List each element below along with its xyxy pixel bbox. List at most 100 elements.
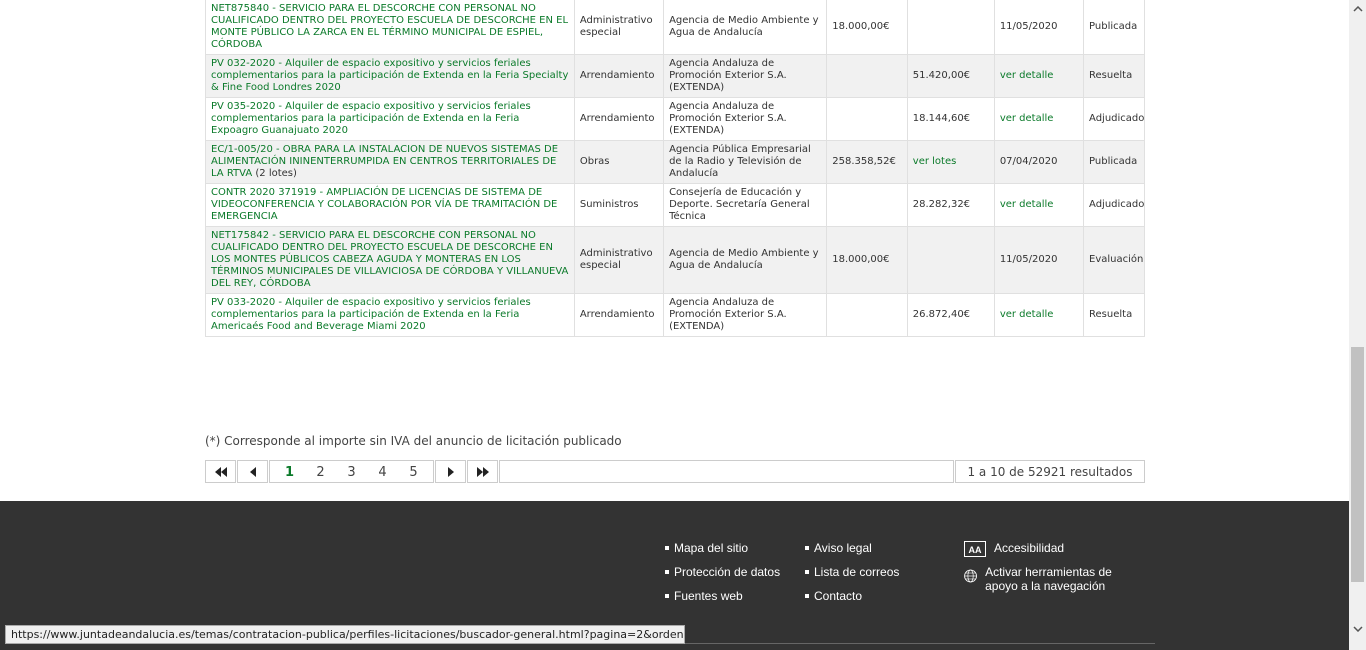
last-page-button[interactable] (467, 460, 498, 483)
page-link-2[interactable]: 2 (305, 461, 336, 484)
pagination-spacer (499, 460, 954, 483)
cell-awarded: 18.144,60€ (906, 97, 995, 141)
cell-awarded: 51.420,00€ (906, 54, 995, 98)
scroll-down-icon[interactable] (1349, 620, 1366, 637)
cell-awarded (906, 226, 995, 294)
cell-title: PV 033-2020 - Alquiler de espacio exposi… (205, 293, 575, 337)
page-numbers: 12345 (269, 460, 434, 483)
cell-title: PV 035-2020 - Alquiler de espacio exposi… (205, 97, 575, 141)
footer-link-mailing-list[interactable]: Lista de correos (805, 560, 899, 584)
cell-amount (826, 97, 908, 141)
results-table: NET875840 - SERVICIO PARA EL DESCORCHE C… (205, 0, 1145, 337)
table-row: PV 033-2020 - Alquiler de espacio exposi… (205, 293, 1145, 337)
cell-status: Publicada (1083, 0, 1145, 55)
cell-date: ver detalle (993, 183, 1085, 227)
lots-count: (2 lotes) (255, 168, 297, 179)
cell-type: Obras (573, 140, 665, 184)
accessibility-link[interactable]: AA Accesibilidad (964, 541, 1064, 557)
prev-page-icon (249, 466, 256, 477)
bullet-icon (805, 546, 809, 550)
cell-status: Adjudicado (1083, 183, 1145, 227)
table-row: CONTR 2020 371919 - AMPLIACIÓN DE LICENC… (205, 183, 1145, 227)
footer-link-web-sources[interactable]: Fuentes web (665, 584, 780, 608)
page-link-4[interactable]: 4 (367, 461, 398, 484)
tender-title-link[interactable]: PV 032-2020 - Alquiler de espacio exposi… (211, 58, 568, 93)
cell-entity: Agencia Andaluza de Promoción Exterior S… (663, 97, 828, 141)
cell-date: 07/04/2020 (993, 140, 1085, 184)
table-row: NET875840 - SERVICIO PARA EL DESCORCHE C… (205, 0, 1145, 55)
table-row: PV 035-2020 - Alquiler de espacio exposi… (205, 97, 1145, 141)
navigation-tools-link[interactable]: Activar herramientas de apoyo a la naveg… (964, 565, 1134, 593)
cell-date: ver detalle (993, 97, 1085, 141)
last-page-icon (476, 466, 489, 477)
bullet-icon (665, 594, 669, 598)
page-link-5[interactable]: 5 (398, 461, 429, 484)
status-bar-url: https://www.juntadeandalucia.es/temas/co… (5, 625, 685, 644)
footer-link-legal[interactable]: Aviso legal (805, 536, 899, 560)
view-detail-link[interactable]: ver detalle (1000, 199, 1054, 210)
cell-entity: Agencia Andaluza de Promoción Exterior S… (663, 54, 828, 98)
next-page-icon (447, 466, 454, 477)
date-value: 11/05/2020 (999, 21, 1058, 32)
scrollbar-thumb[interactable] (1351, 347, 1364, 582)
footer-link-contact[interactable]: Contacto (805, 584, 899, 608)
cell-amount (826, 293, 908, 337)
footer-links-col2: Aviso legal Lista de correos Contacto (805, 536, 899, 608)
next-page-button[interactable] (435, 460, 466, 483)
cell-entity: Agencia Pública Empresarial de la Radio … (663, 140, 828, 184)
page-link-3[interactable]: 3 (336, 461, 367, 484)
vertical-scrollbar[interactable] (1349, 0, 1366, 650)
bullet-icon (805, 570, 809, 574)
cell-awarded: 28.282,32€ (906, 183, 995, 227)
scroll-up-icon[interactable] (1349, 0, 1366, 17)
awarded-amount: 26.872,40€ (912, 309, 971, 320)
footer-links-col1: Mapa del sitio Protección de datos Fuent… (665, 536, 780, 608)
page-link-1[interactable]: 1 (274, 461, 305, 484)
cell-date: ver detalle (993, 293, 1085, 337)
date-value: 07/04/2020 (999, 156, 1058, 167)
cell-amount: 18.000,00€ (826, 226, 908, 294)
cell-status: Resuelta (1083, 293, 1145, 337)
globe-icon (964, 569, 977, 583)
results-count: 1 a 10 de 52921 resultados (955, 460, 1145, 483)
prev-page-button[interactable] (237, 460, 268, 483)
view-detail-link[interactable]: ver detalle (1000, 113, 1054, 124)
tender-title-link[interactable]: PV 033-2020 - Alquiler de espacio exposi… (211, 297, 531, 332)
cell-type: Administrativo especial (573, 0, 665, 55)
tender-title-link[interactable]: NET875840 - SERVICIO PARA EL DESCORCHE C… (211, 3, 568, 50)
cell-entity: Agencia de Medio Ambiente y Agua de Anda… (663, 0, 828, 55)
cell-date: 11/05/2020 (993, 226, 1085, 294)
footer-link-sitemap[interactable]: Mapa del sitio (665, 536, 780, 560)
cell-type: Arrendamiento (573, 54, 665, 98)
cell-date: 11/05/2020 (993, 0, 1085, 55)
pagination: 12345 1 a 10 de 52921 resultados (205, 460, 1145, 484)
tender-title-link[interactable]: PV 035-2020 - Alquiler de espacio exposi… (211, 101, 531, 136)
accessibility-icon: AA (964, 541, 986, 557)
cell-type: Arrendamiento (573, 293, 665, 337)
tender-title-link[interactable]: CONTR 2020 371919 - AMPLIACIÓN DE LICENC… (211, 187, 557, 222)
cell-amount (826, 54, 908, 98)
table-row: PV 032-2020 - Alquiler de espacio exposi… (205, 54, 1145, 98)
view-detail-link[interactable]: ver detalle (1000, 70, 1054, 81)
cell-title: NET175842 - SERVICIO PARA EL DESCORCHE C… (205, 226, 575, 294)
awarded-amount: 18.144,60€ (912, 113, 971, 124)
page: NET875840 - SERVICIO PARA EL DESCORCHE C… (0, 0, 1349, 650)
view-lots-link[interactable]: ver lotes (913, 156, 957, 167)
cell-entity: Agencia de Medio Ambiente y Agua de Anda… (663, 226, 828, 294)
bullet-icon (665, 546, 669, 550)
footer-link-data-protection[interactable]: Protección de datos (665, 560, 780, 584)
cell-awarded (906, 0, 995, 55)
cell-date: ver detalle (993, 54, 1085, 98)
cell-status: Evaluación (1083, 226, 1145, 294)
bullet-icon (805, 594, 809, 598)
cell-type: Administrativo especial (573, 226, 665, 294)
view-detail-link[interactable]: ver detalle (1000, 309, 1054, 320)
cell-entity: Agencia Andaluza de Promoción Exterior S… (663, 293, 828, 337)
cell-status: Resuelta (1083, 54, 1145, 98)
cell-title: EC/1-005/20 - OBRA PARA LA INSTALACION D… (205, 140, 575, 184)
first-page-button[interactable] (205, 460, 236, 483)
tender-title-link[interactable]: NET175842 - SERVICIO PARA EL DESCORCHE C… (211, 230, 568, 289)
cell-amount: 258.358,52€ (826, 140, 908, 184)
cell-status: Publicada (1083, 140, 1145, 184)
cell-status: Adjudicado (1083, 97, 1145, 141)
